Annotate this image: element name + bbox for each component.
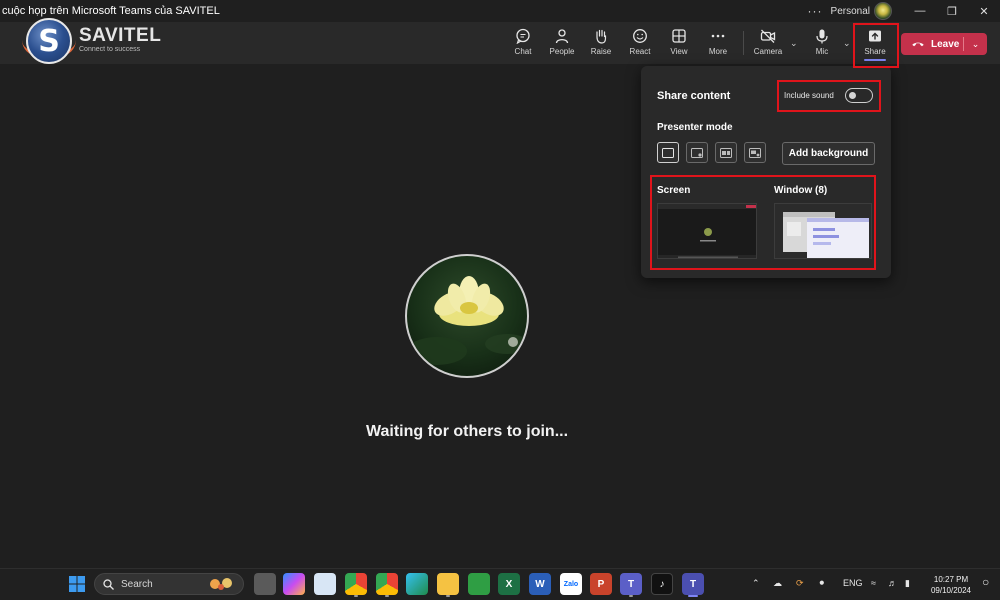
battery-icon[interactable]: ▮ xyxy=(905,578,910,589)
tray-chevron-icon[interactable]: ⌃ xyxy=(752,578,760,589)
hand-icon xyxy=(596,29,607,44)
brand-name: SAVITEL xyxy=(79,25,162,46)
microphone-icon xyxy=(816,29,828,44)
restore-icon[interactable]: ❐ xyxy=(936,0,968,22)
notification-bell-icon[interactable]: ○ xyxy=(982,575,989,589)
waiting-message: Waiting for others to join... xyxy=(365,423,569,440)
camera-options-chevron-icon[interactable]: ⌄ xyxy=(790,38,798,49)
presenter-mode-label: Presenter mode xyxy=(657,122,733,133)
more-options-button[interactable]: ··· xyxy=(800,4,831,18)
chrome-profile-icon[interactable] xyxy=(376,573,398,595)
leave-button[interactable]: Leave xyxy=(901,33,963,55)
presenter-mode-reporter[interactable] xyxy=(744,142,766,163)
window-thumbnail[interactable] xyxy=(774,203,872,259)
toolbar-divider xyxy=(743,31,744,55)
include-sound-label: Include sound xyxy=(784,91,834,100)
savitel-logo: S xyxy=(26,18,72,64)
share-button[interactable]: Share xyxy=(855,28,895,60)
title-bar: cuộc họp trên Microsoft Teams của SAVITE… xyxy=(0,0,1000,22)
window-label: Window (8) xyxy=(774,185,828,196)
screen-thumbnail[interactable] xyxy=(657,203,757,259)
profile-label[interactable]: Personal xyxy=(831,6,874,17)
powerpoint-icon[interactable]: P xyxy=(590,573,612,595)
chat-icon xyxy=(516,28,530,44)
edge-icon[interactable] xyxy=(406,573,428,595)
people-button[interactable]: People xyxy=(542,28,582,60)
chrome-icon[interactable] xyxy=(345,573,367,595)
side-by-side-icon xyxy=(720,147,732,158)
screen-preview-icon xyxy=(658,204,756,258)
close-icon[interactable]: ✕ xyxy=(968,0,1000,22)
tray-microphone-icon[interactable]: ⚫ xyxy=(818,578,826,589)
running-indicator xyxy=(385,595,389,597)
lotus-flower-icon xyxy=(407,276,527,365)
minimize-icon[interactable]: — xyxy=(904,0,936,22)
word-icon[interactable]: W xyxy=(529,573,551,595)
leave-button-group: Leave ⌄ xyxy=(901,33,987,55)
window-preview-icon xyxy=(783,212,869,258)
add-background-button[interactable]: Add background xyxy=(782,142,875,165)
share-content-panel: Share content Include sound Presenter mo… xyxy=(641,66,891,278)
photos-icon[interactable] xyxy=(314,573,336,595)
taskbar-search[interactable]: Search xyxy=(94,573,244,595)
presenter-mode-content-only[interactable] xyxy=(657,142,679,163)
more-icon xyxy=(711,34,725,38)
onedrive-icon[interactable]: ☁ xyxy=(773,578,782,589)
running-indicator xyxy=(629,595,633,597)
mic-options-chevron-icon[interactable]: ⌄ xyxy=(843,38,851,49)
brand-tagline: Connect to success xyxy=(79,46,141,53)
search-highlight-icon xyxy=(210,578,232,590)
task-view-icon[interactable] xyxy=(254,573,276,595)
toggle-knob xyxy=(849,92,856,99)
share-content-title: Share content xyxy=(657,90,731,102)
volume-icon[interactable]: ♬ xyxy=(888,578,897,588)
include-sound-toggle[interactable] xyxy=(845,88,873,103)
participant-avatar xyxy=(405,254,529,378)
windows-logo-icon xyxy=(69,576,85,592)
leave-options-chevron-icon[interactable]: ⌄ xyxy=(964,33,987,55)
sync-icon[interactable]: ⟳ xyxy=(796,578,804,589)
share-screen-icon xyxy=(869,30,881,42)
brand: SAVITEL Connect to success xyxy=(79,25,161,53)
presenter-mode-standout[interactable] xyxy=(686,142,708,163)
running-indicator xyxy=(354,595,358,597)
view-button[interactable]: View xyxy=(659,28,699,60)
green-app-icon[interactable] xyxy=(468,573,490,595)
content-only-icon xyxy=(662,147,674,158)
emoji-icon xyxy=(633,29,647,43)
react-button[interactable]: React xyxy=(620,28,660,60)
active-indicator xyxy=(688,595,698,597)
presenter-mode-side-by-side[interactable] xyxy=(715,142,737,163)
copilot-icon[interactable] xyxy=(283,573,305,595)
search-icon xyxy=(103,578,114,590)
excel-icon[interactable]: X xyxy=(498,573,520,595)
share-active-indicator xyxy=(864,59,886,61)
grid-icon xyxy=(672,29,686,43)
camera-off-icon xyxy=(760,29,776,43)
start-button[interactable] xyxy=(66,573,88,595)
teams-icon[interactable]: T xyxy=(620,573,642,595)
zalo-icon[interactable]: Zalo xyxy=(560,573,582,595)
tiktok-icon[interactable]: ♪ xyxy=(651,573,673,595)
profile-avatar[interactable] xyxy=(874,2,892,20)
wifi-icon[interactable]: ≈ xyxy=(871,578,876,588)
camera-button[interactable]: Camera xyxy=(748,28,788,60)
language-indicator[interactable]: ENG xyxy=(843,578,863,588)
standout-icon xyxy=(691,147,703,158)
window-title: cuộc họp trên Microsoft Teams của SAVITE… xyxy=(2,5,220,17)
people-icon xyxy=(555,29,569,44)
file-explorer-icon[interactable] xyxy=(437,573,459,595)
more-actions-button[interactable]: More xyxy=(698,28,738,60)
system-clock[interactable]: 10:27 PM 09/10/2024 xyxy=(926,574,976,596)
mic-button[interactable]: Mic xyxy=(802,28,842,60)
reporter-icon xyxy=(749,147,761,158)
teams-active-icon[interactable]: T xyxy=(682,573,704,595)
running-indicator xyxy=(446,595,450,597)
hang-up-icon xyxy=(912,42,924,47)
chat-button[interactable]: Chat xyxy=(503,28,543,60)
raise-hand-button[interactable]: Raise xyxy=(581,28,621,60)
screen-label: Screen xyxy=(657,185,691,196)
